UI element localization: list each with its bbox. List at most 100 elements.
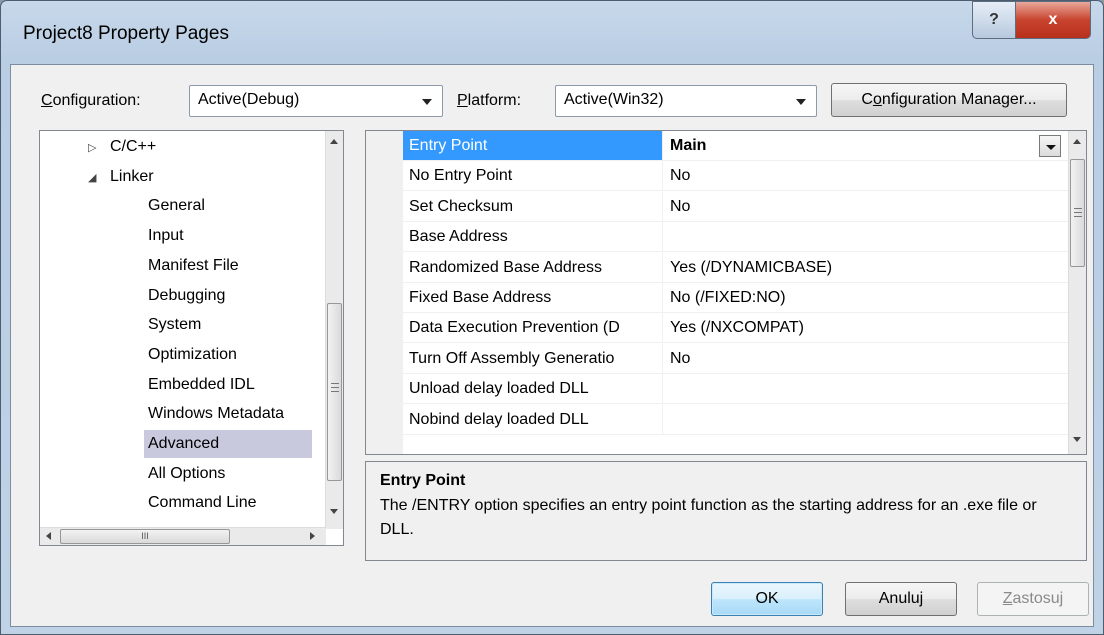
tree-item-label: C/C++ — [110, 138, 157, 155]
tree-item[interactable]: General — [148, 192, 316, 220]
tree-item-label: Linker — [110, 167, 154, 185]
configuration-value: Active(Debug) — [198, 91, 300, 108]
platform-value: Active(Win32) — [564, 91, 664, 108]
close-icon: x — [1048, 11, 1058, 28]
tree-item[interactable]: Optimization — [148, 341, 316, 369]
tree-item[interactable]: All Options — [148, 460, 316, 488]
tree-item-label: Embedded IDL — [148, 375, 255, 393]
property-value: Yes (/DYNAMICBASE) — [670, 258, 833, 276]
property-name: Randomized Base Address — [403, 252, 663, 282]
grid-margin — [366, 131, 403, 454]
tree-item-label: Debugging — [148, 286, 226, 304]
scroll-up-icon[interactable] — [1073, 139, 1081, 144]
tree-item[interactable]: Input — [148, 222, 316, 250]
scroll-down-icon[interactable] — [1073, 437, 1081, 442]
ok-button[interactable]: OK — [711, 582, 823, 616]
property-row[interactable]: Entry Point Main — [403, 131, 1069, 161]
configuration-label: Configuration: — [41, 92, 141, 109]
property-row[interactable]: No Entry Point No — [403, 161, 1069, 192]
property-value — [664, 374, 1069, 403]
chevron-down-icon — [422, 99, 432, 105]
tree-item-label: Windows Metadata — [148, 405, 285, 423]
chevron-down-icon — [1046, 145, 1056, 150]
scroll-down-icon[interactable] — [330, 509, 338, 514]
tree-items: ▷ C/C++ ◢ Linker General Input Manifest File De… — [40, 131, 316, 521]
property-row[interactable]: Randomized Base Address Yes (/DYNAMICBASE… — [403, 252, 1069, 283]
property-row[interactable]: Base Address — [403, 222, 1069, 253]
property-name: Turn Off Assembly Generatio — [403, 343, 663, 373]
tree-hscroll-thumb[interactable]: III — [60, 529, 230, 544]
property-grid[interactable]: Entry Point Main No Entry Point No Set Check… — [365, 130, 1087, 455]
tree-item[interactable]: Command Line — [148, 489, 316, 517]
description-title: Entry Point — [380, 472, 466, 489]
title-bar[interactable]: Project8 Property Pages ? x — [1, 1, 1103, 63]
tree-item-label: Advanced — [148, 435, 220, 452]
property-name: No Entry Point — [403, 161, 663, 191]
help-icon: ? — [989, 11, 999, 28]
close-button[interactable]: x — [1016, 1, 1091, 39]
property-row[interactable]: Turn Off Assembly Generatio No — [403, 343, 1069, 374]
title-buttons: ? x — [972, 1, 1091, 39]
property-row[interactable]: Fixed Base Address No (/FIXED:NO) — [403, 283, 1069, 313]
property-name: Unload delay loaded DLL — [403, 374, 663, 404]
platform-combo[interactable]: Active(Win32) — [555, 85, 817, 117]
tree-item[interactable]: ▷ C/C++ — [88, 133, 316, 161]
property-row[interactable]: Nobind delay loaded DLL — [403, 404, 1069, 435]
property-name: Data Execution Prevention (D — [403, 313, 663, 343]
tree-item[interactable]: Embedded IDL — [148, 371, 316, 399]
tree-item[interactable]: Advanced — [144, 430, 312, 458]
scroll-up-icon[interactable] — [330, 139, 338, 144]
dialog-client-area: Configuration: Active(Debug) Platform: A… — [10, 64, 1094, 627]
tree-horizontal-scrollbar[interactable]: III — [40, 527, 326, 545]
expand-arrow-icon[interactable]: ▷ — [88, 134, 110, 162]
property-value: No (/FIXED:NO) — [670, 289, 786, 306]
category-tree[interactable]: ▷ C/C++ ◢ Linker General Input Manifest File De… — [39, 130, 344, 546]
description-panel: Entry Point The /ENTRY option specifies … — [365, 461, 1087, 561]
tree-item[interactable]: Manifest File — [148, 252, 316, 280]
configuration-manager-button[interactable]: Co nfiguration Manager... — [831, 83, 1067, 117]
property-value: No — [670, 197, 691, 215]
tree-item-label: System — [148, 316, 202, 334]
property-value: Yes (/NXCOMPAT) — [670, 319, 804, 337]
tree-item-label: Optimization — [148, 345, 237, 363]
window-title: Project8 Property Pages — [23, 23, 229, 44]
tree-vertical-scrollbar[interactable] — [325, 131, 343, 529]
tree-item-label: Manifest File — [148, 256, 239, 274]
tree-item[interactable]: System — [148, 311, 316, 339]
description-text: The /ENTRY option specifies an entry poi… — [380, 497, 1037, 538]
platform-label: Platform: — [457, 92, 522, 109]
value-dropdown-button[interactable] — [1039, 135, 1061, 157]
tree-item[interactable]: Windows Metadata — [148, 400, 316, 428]
property-row[interactable]: Data Execution Prevention (D Yes (/NXCOMP… — [403, 313, 1069, 344]
scroll-right-icon[interactable] — [310, 532, 315, 540]
configuration-combo[interactable]: Active(Debug) — [189, 85, 443, 117]
grid-vertical-scrollbar[interactable] — [1068, 131, 1086, 454]
apply-button[interactable]: Zastosuj — [977, 582, 1089, 616]
property-name: Fixed Base Address — [403, 283, 663, 312]
help-button[interactable]: ? — [972, 1, 1016, 39]
property-value: No — [670, 349, 691, 367]
tree-item-label: General — [148, 197, 205, 215]
tree-item-label: Command Line — [148, 494, 257, 512]
property-value — [664, 405, 1069, 434]
tree-scroll-thumb[interactable] — [327, 303, 342, 481]
scroll-left-icon[interactable] — [46, 532, 51, 540]
property-name: Entry Point — [403, 131, 663, 160]
grid-scroll-thumb[interactable] — [1070, 159, 1085, 267]
chevron-down-icon — [796, 99, 806, 105]
property-value — [664, 222, 1069, 251]
property-name: Nobind delay loaded DLL — [403, 404, 663, 434]
cancel-button[interactable]: Anuluj — [845, 582, 957, 616]
tree-item[interactable]: ◢ Linker — [88, 163, 316, 191]
tree-item-label: Input — [148, 227, 184, 245]
collapse-arrow-icon[interactable]: ◢ — [88, 164, 110, 192]
tree-item[interactable]: Debugging — [148, 282, 316, 310]
property-pages-window: Project8 Property Pages ? x Configuratio… — [0, 0, 1104, 635]
property-name: Base Address — [403, 222, 663, 252]
property-row[interactable]: Unload delay loaded DLL — [403, 374, 1069, 405]
property-row[interactable]: Set Checksum No — [403, 191, 1069, 222]
tree-item-label: All Options — [148, 464, 226, 482]
property-name: Set Checksum — [403, 191, 663, 221]
property-value[interactable]: Main — [664, 131, 1069, 160]
property-value: No — [670, 167, 691, 185]
